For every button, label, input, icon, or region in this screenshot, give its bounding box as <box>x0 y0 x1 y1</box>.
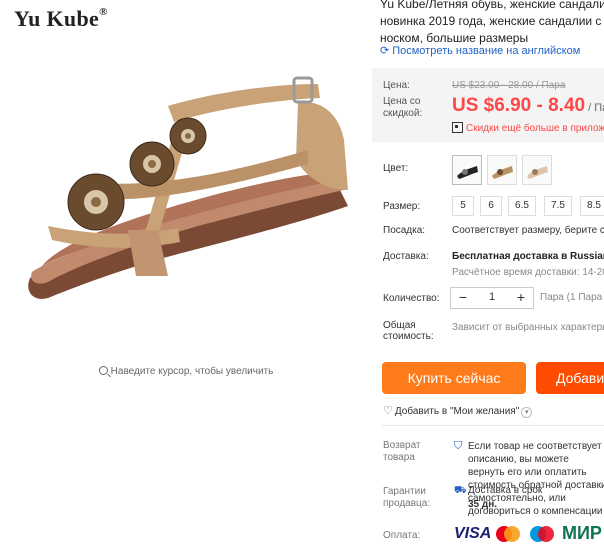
shipping-value[interactable]: Бесплатная доставка в Russian Federation <box>452 251 604 262</box>
fit-label: Посадка: <box>383 225 426 236</box>
brand-logo: Yu Kube® <box>14 6 108 31</box>
product-gallery: Yu Kube® Наведите курсор, чтобы увеличит… <box>0 0 372 544</box>
color-swatch-black[interactable] <box>452 155 482 185</box>
zoom-hint: Наведите курсор, чтобы увеличить <box>0 366 372 377</box>
discount-price: US $6.90 - 8.40 / Пара <box>452 95 604 116</box>
seller-guarantee-label: Гарантии продавца: <box>383 486 431 509</box>
truck-icon: ⛟ <box>454 485 467 496</box>
size-option[interactable]: 8.5 <box>580 196 604 216</box>
color-swatch-khaki[interactable] <box>487 155 517 185</box>
translate-icon: ⟳ <box>380 45 390 57</box>
old-price-label: Цена: <box>383 80 410 91</box>
magnifier-icon <box>98 366 108 375</box>
quantity-increase-button[interactable]: + <box>511 288 531 308</box>
price-box: Цена: US $23.00 - 28.00 / Пара Цена со с… <box>372 68 604 142</box>
product-image[interactable] <box>8 40 360 340</box>
old-price: US $23.00 - 28.00 / Пара <box>452 80 566 91</box>
app-discount-link[interactable]: Скидки ещё больше в приложении <box>452 122 604 134</box>
total-label: Общая стоимость: <box>383 320 434 342</box>
quantity-unit: Пара (1 Пара - в наличии) <box>540 292 604 303</box>
shipping-label: Доставка: <box>383 251 429 262</box>
delivery-days: 35 дн. <box>468 499 498 510</box>
qr-code-icon <box>452 122 463 133</box>
quantity-decrease-button[interactable]: − <box>453 288 473 308</box>
payment-label: Оплата: <box>383 530 421 541</box>
color-label: Цвет: <box>383 163 409 174</box>
color-swatch-beige[interactable] <box>522 155 552 185</box>
on-time-delivery-text: Доставка в срок <box>468 485 543 496</box>
divider <box>382 425 604 426</box>
quantity-label: Количество: <box>383 293 440 304</box>
size-option[interactable]: 6.5 <box>508 196 536 216</box>
return-label: Возврат товара <box>383 440 421 463</box>
quantity-input[interactable]: 1 <box>477 291 507 303</box>
size-option[interactable]: 5 <box>452 196 474 216</box>
mir-logo: МИР <box>562 523 602 543</box>
quantity-stepper: − 1 + <box>450 287 534 309</box>
heart-icon: ♡ <box>383 405 393 417</box>
product-title: Yu Kube/Летняя обувь, женские сандалии, … <box>380 0 604 45</box>
size-option[interactable]: 7.5 <box>544 196 572 216</box>
wishlist-link[interactable]: ♡ Добавить в "Мои желания" ▾ <box>383 404 533 418</box>
size-label: Размер: <box>383 201 421 212</box>
product-info: Yu Kube/Летняя обувь, женские сандалии, … <box>372 0 604 544</box>
shield-icon: ⛉ <box>454 440 463 452</box>
maestro-logo <box>530 526 554 542</box>
buy-now-button[interactable]: Купить сейчас <box>382 362 526 394</box>
discount-price-label: Цена со скидкой: <box>383 96 423 119</box>
translate-link[interactable]: ⟳ Посмотреть название на английском <box>380 44 580 57</box>
shipping-time: Расчётное время доставки: 14-20 дней <box>452 267 604 278</box>
fit-value: Соответствует размеру, берите свой обычн… <box>452 225 604 236</box>
chevron-down-icon[interactable]: ▾ <box>521 407 533 418</box>
visa-logo: VISA <box>454 525 492 542</box>
total-value: Зависит от выбранных характеристик <box>452 322 604 333</box>
size-option[interactable]: 6 <box>480 196 502 216</box>
mastercard-logo <box>496 526 520 542</box>
add-to-cart-button[interactable]: Добавить в корзину <box>536 362 604 418</box>
